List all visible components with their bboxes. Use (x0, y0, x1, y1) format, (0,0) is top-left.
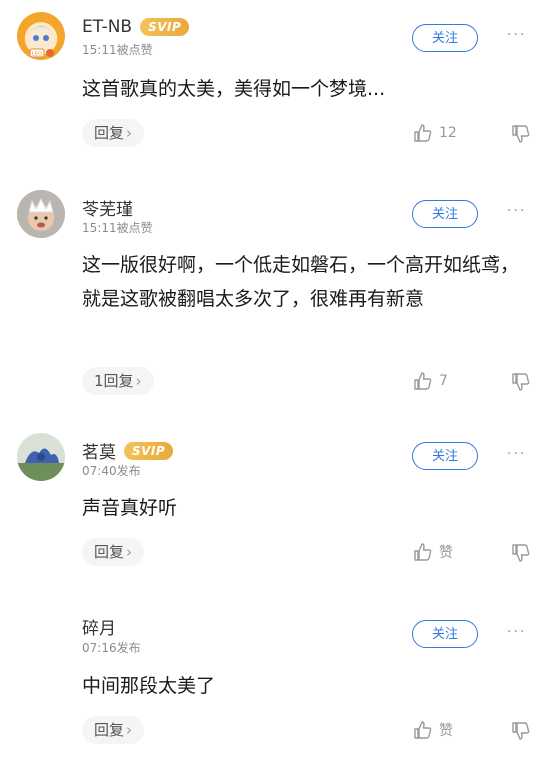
thumbs-down-icon (512, 373, 530, 391)
svg-text:LEO: LEO (32, 52, 42, 58)
more-options-icon[interactable]: ··· (507, 446, 526, 462)
svip-badge: SVIP (124, 441, 174, 460)
comment-text: 声音真好听 (82, 497, 178, 519)
dislike-button[interactable] (510, 542, 532, 568)
reply-label: 回复 (94, 721, 125, 739)
comment-meta: 07:16发布 (82, 641, 141, 655)
thumbs-down-icon (512, 125, 530, 143)
thumbs-up-icon (414, 543, 432, 561)
follow-button[interactable]: 关注 (412, 442, 478, 470)
username-text[interactable]: ET-NB (82, 17, 132, 37)
reply-button[interactable]: 1回复 › (82, 367, 154, 395)
chevron-right-icon: › (135, 372, 142, 390)
reply-label: 1回复 (94, 372, 134, 390)
username-text[interactable]: 苓芜瑾 (82, 195, 133, 220)
like-count: 12 (439, 125, 457, 141)
like-count: 7 (439, 373, 448, 389)
chevron-right-icon: › (126, 543, 133, 561)
chevron-right-icon: › (126, 124, 133, 142)
username[interactable]: 碎月 (82, 614, 116, 639)
thumbs-down-icon (512, 544, 530, 562)
avatar-flower-photo-icon (17, 433, 65, 481)
thumbs-up-icon (414, 124, 432, 142)
comment-meta: 07:40发布 (82, 464, 141, 478)
comment-meta: 15:11被点赞 (82, 43, 153, 57)
avatar[interactable]: LEO (17, 12, 65, 60)
svip-badge: SVIP (140, 18, 190, 36)
reply-label: 回复 (94, 124, 125, 142)
reply-button[interactable]: 回复 › (82, 538, 145, 566)
like-button[interactable]: 赞 (413, 542, 453, 562)
comment-text: 这首歌真的太美，美得如一个梦境... (82, 78, 386, 100)
username[interactable]: 茗莫 SVIP (82, 438, 174, 463)
username[interactable]: 苓芜瑾 (82, 195, 133, 220)
dislike-button[interactable] (510, 123, 532, 149)
dislike-button[interactable] (510, 371, 532, 397)
username[interactable]: ET-NB SVIP (82, 17, 190, 37)
avatar[interactable] (17, 190, 65, 238)
comment-meta: 15:11被点赞 (82, 221, 153, 235)
avatar[interactable] (17, 433, 65, 481)
reply-label: 回复 (94, 543, 125, 561)
thumbs-up-icon (414, 372, 432, 390)
like-button[interactable]: 12 (413, 123, 457, 143)
thumbs-down-icon (512, 722, 530, 740)
avatar-baby-photo-icon (17, 190, 65, 238)
more-options-icon[interactable]: ··· (507, 203, 526, 219)
reply-button[interactable]: 回复 › (82, 716, 145, 744)
like-button[interactable]: 7 (413, 371, 448, 391)
username-text[interactable]: 茗莫 (82, 438, 116, 463)
like-button[interactable]: 赞 (413, 720, 453, 740)
follow-button[interactable]: 关注 (412, 200, 478, 228)
follow-button[interactable]: 关注 (412, 620, 478, 648)
dislike-button[interactable] (510, 720, 532, 746)
username-text[interactable]: 碎月 (82, 614, 116, 639)
thumbs-up-icon (414, 721, 432, 739)
chevron-right-icon: › (126, 721, 133, 739)
like-count: 赞 (439, 723, 453, 739)
like-count: 赞 (439, 545, 453, 561)
comment-text: 这一版很好啊，一个低走如磐石，一个高开如纸鸢，就是这歌被翻唱太多次了，很难再有新… (82, 254, 520, 310)
comment-text: 中间那段太美了 (82, 675, 216, 697)
avatar-cartoon-icon: LEO (28, 25, 54, 58)
follow-button[interactable]: 关注 (412, 24, 478, 52)
more-options-icon[interactable]: ··· (507, 27, 526, 43)
more-options-icon[interactable]: ··· (507, 624, 526, 640)
reply-button[interactable]: 回复 › (82, 119, 145, 147)
